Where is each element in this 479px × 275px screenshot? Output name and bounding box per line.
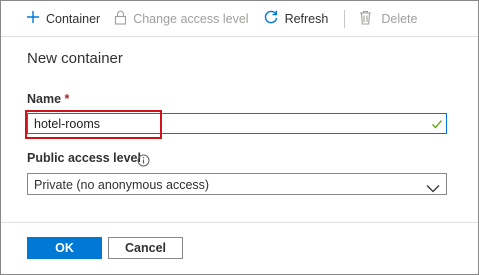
delete-button[interactable]: Delete bbox=[359, 1, 417, 36]
refresh-label: Refresh bbox=[284, 11, 329, 26]
required-marker: * bbox=[64, 92, 70, 106]
footer-divider bbox=[1, 222, 478, 223]
dialog-title: New container bbox=[27, 50, 123, 67]
trash-icon bbox=[359, 10, 372, 28]
change-access-level-label: Change access level bbox=[133, 11, 249, 26]
refresh-button[interactable]: Refresh bbox=[263, 1, 329, 36]
public-access-level-label: Public access level bbox=[27, 151, 141, 165]
info-icon[interactable] bbox=[137, 154, 150, 172]
add-container-label: Container bbox=[46, 11, 101, 26]
new-container-panel: New container Name * hotel-rooms Public … bbox=[1, 36, 478, 274]
highlight-box bbox=[25, 110, 162, 139]
checkmark-icon bbox=[431, 117, 443, 135]
chevron-down-icon bbox=[426, 180, 440, 198]
plus-icon bbox=[26, 10, 40, 27]
delete-label: Delete bbox=[381, 11, 418, 26]
toolbar: Container Change access level Refresh De… bbox=[1, 1, 478, 36]
name-field-label: Name * bbox=[27, 92, 69, 106]
name-label-text: Name bbox=[27, 92, 62, 106]
change-access-level-button[interactable]: Change access level bbox=[114, 1, 249, 36]
cancel-button[interactable]: Cancel bbox=[108, 237, 183, 259]
public-access-level-dropdown[interactable]: Private (no anonymous access) bbox=[27, 173, 447, 195]
refresh-icon bbox=[263, 9, 279, 28]
public-access-level-value: Private (no anonymous access) bbox=[34, 178, 210, 192]
lock-icon bbox=[114, 10, 127, 28]
ok-button[interactable]: OK bbox=[27, 237, 102, 259]
toolbar-separator bbox=[344, 9, 346, 28]
add-container-button[interactable]: Container bbox=[26, 1, 100, 36]
